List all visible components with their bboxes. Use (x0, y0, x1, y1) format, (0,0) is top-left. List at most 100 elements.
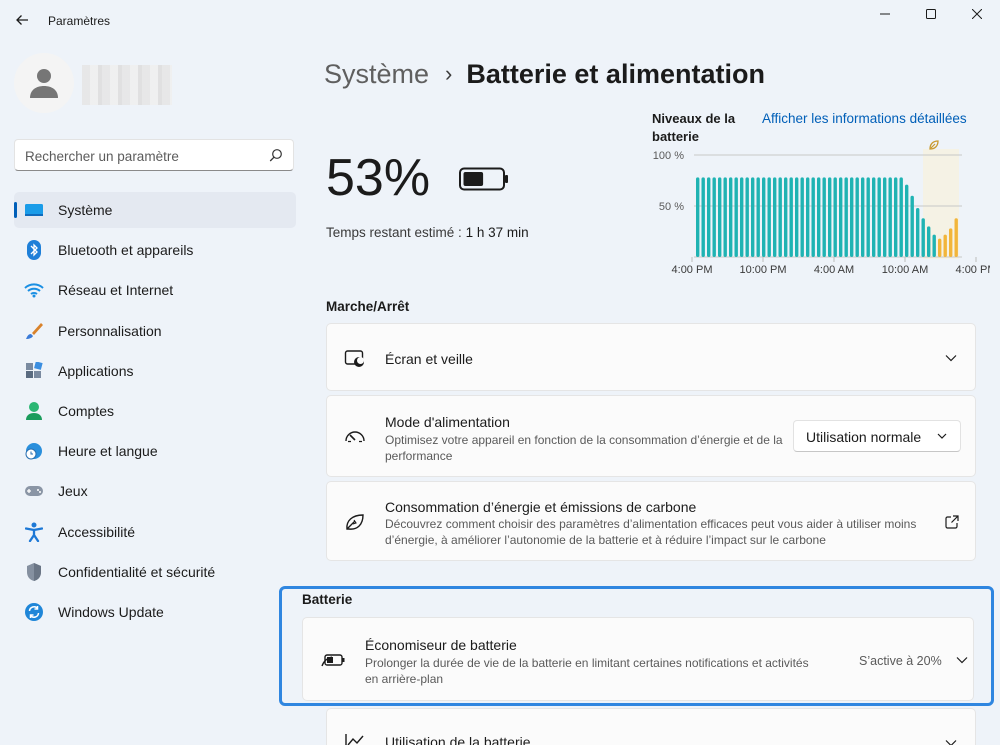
chart-bar (778, 177, 782, 257)
wifi-icon (24, 280, 44, 300)
title-bar: Paramètres (0, 0, 1000, 40)
card-description: Découvrez comment choisir des paramètres… (385, 517, 917, 547)
breadcrumb-parent[interactable]: Système (324, 59, 429, 90)
battery-fill (463, 172, 484, 186)
chart-bar (916, 208, 920, 257)
chart-bar (921, 218, 925, 257)
dropdown-selected-value: Utilisation normale (806, 429, 922, 445)
sidebar-item-applications[interactable]: Applications (14, 353, 296, 389)
back-arrow-icon (16, 15, 28, 25)
chart-bar (740, 177, 744, 257)
search-input[interactable] (25, 146, 265, 166)
chart-bar (927, 226, 931, 257)
back-button[interactable] (10, 8, 34, 32)
chart-bar (894, 177, 898, 257)
chart-bar (784, 177, 788, 257)
chart-bar (767, 177, 771, 257)
battery-usage-card[interactable]: Utilisation de la batterie (326, 708, 976, 745)
speedometer-icon (343, 424, 367, 448)
y-tick-label: 50 % (659, 201, 684, 213)
sidebar-item-label: Applications (58, 362, 134, 379)
leaf-icon (343, 510, 367, 534)
blurred-user-name (82, 65, 172, 105)
chart-bar (712, 177, 716, 257)
x-tick-label: 10:00 PM (739, 264, 786, 276)
battery-saver-card[interactable]: Économiseur de batterie Prolonger la dur… (302, 617, 974, 701)
sidebar-item-systeme[interactable]: Système (14, 192, 296, 228)
chart-bar (789, 177, 793, 257)
chart-bar (861, 177, 865, 257)
chart-bar (718, 177, 722, 257)
chart-bar (899, 177, 903, 257)
screen-sleep-icon (343, 347, 367, 371)
power-mode-card: Mode d'alimentation Optimisez votre appa… (326, 395, 976, 477)
energy-carbon-card[interactable]: Consommation d’énergie et émissions de c… (326, 481, 976, 561)
y-tick-label: 100 % (653, 150, 684, 162)
breadcrumb: Système › Batterie et alimentation (324, 54, 765, 94)
chevron-down-icon[interactable] (954, 652, 970, 668)
sidebar-item-heure[interactable]: Heure et langue (14, 433, 296, 469)
avatar (14, 53, 74, 113)
close-button[interactable] (954, 0, 1000, 28)
detailed-info-link[interactable]: Afficher les informations détaillées (762, 111, 967, 126)
card-title: Consommation d’énergie et émissions de c… (385, 499, 697, 515)
chart-bar (905, 184, 909, 257)
sidebar-item-label: Heure et langue (58, 443, 158, 460)
breadcrumb-separator: › (445, 61, 453, 86)
battery-saver-status: S’active à 20% (859, 654, 942, 668)
sidebar-item-accessibilite[interactable]: Accessibilité (14, 514, 296, 550)
chart-bar (888, 177, 892, 257)
chart-bar (806, 177, 810, 257)
section-title-power: Marche/Arrêt (326, 299, 410, 314)
chart-bar (943, 234, 947, 257)
sidebar-item-label: Comptes (58, 402, 115, 419)
chart-bar (745, 177, 749, 257)
chart-bar (756, 177, 760, 257)
system-icon (24, 200, 44, 220)
close-icon (972, 9, 982, 19)
bluetooth-icon (24, 240, 44, 261)
account-icon (24, 401, 44, 421)
chart-bar (817, 177, 821, 257)
chart-bar (938, 238, 942, 257)
card-title: Écran et veille (385, 351, 473, 367)
chart-bar (855, 177, 859, 257)
card-title: Mode d'alimentation (385, 414, 510, 430)
sidebar-item-bluetooth[interactable]: Bluetooth et appareils (14, 232, 296, 268)
card-description: Optimisez votre appareil en fonction de … (385, 433, 783, 463)
chart-bar (828, 177, 832, 257)
sidebar-item-comptes[interactable]: Comptes (14, 393, 296, 429)
external-link-icon[interactable] (944, 514, 960, 530)
battery-saver-icon (321, 648, 345, 672)
remaining-time-label: Temps restant estimé : (326, 225, 466, 240)
chart-bar (723, 177, 727, 257)
sidebar-item-reseau[interactable]: Réseau et Internet (14, 272, 296, 308)
card-title: Économiseur de batterie (365, 637, 517, 653)
accessibility-icon (24, 522, 44, 542)
user-profile[interactable] (14, 53, 274, 115)
chart-bar (795, 177, 799, 257)
chevron-down-icon[interactable] (943, 350, 959, 366)
power-mode-dropdown[interactable]: Utilisation normale (793, 420, 961, 452)
chart-bar (866, 177, 870, 257)
card-title: Utilisation de la batterie (385, 734, 531, 745)
globe-clock-icon (24, 441, 44, 461)
search-icon[interactable] (269, 148, 283, 162)
chevron-down-icon[interactable] (943, 735, 959, 745)
maximize-button[interactable] (908, 0, 954, 28)
x-tick-label: 4:00 PM (956, 264, 990, 276)
minimize-button[interactable] (862, 0, 908, 28)
sidebar-item-label: Bluetooth et appareils (58, 242, 194, 259)
sidebar-item-personnalisation[interactable]: Personnalisation (14, 313, 296, 349)
search-box[interactable] (14, 139, 294, 171)
app-title: Paramètres (48, 14, 111, 28)
sidebar-item-label: Windows Update (58, 603, 164, 620)
chart-bar (762, 177, 766, 257)
apps-icon (24, 361, 44, 381)
chart-line-icon (343, 729, 367, 745)
sidebar-item-confidentialite[interactable]: Confidentialité et sécurité (14, 554, 296, 590)
sidebar-item-jeux[interactable]: Jeux (14, 473, 296, 509)
sidebar-item-windows-update[interactable]: Windows Update (14, 594, 296, 630)
x-tick-label: 4:00 AM (814, 264, 854, 276)
screen-sleep-card[interactable]: Écran et veille (326, 323, 976, 391)
